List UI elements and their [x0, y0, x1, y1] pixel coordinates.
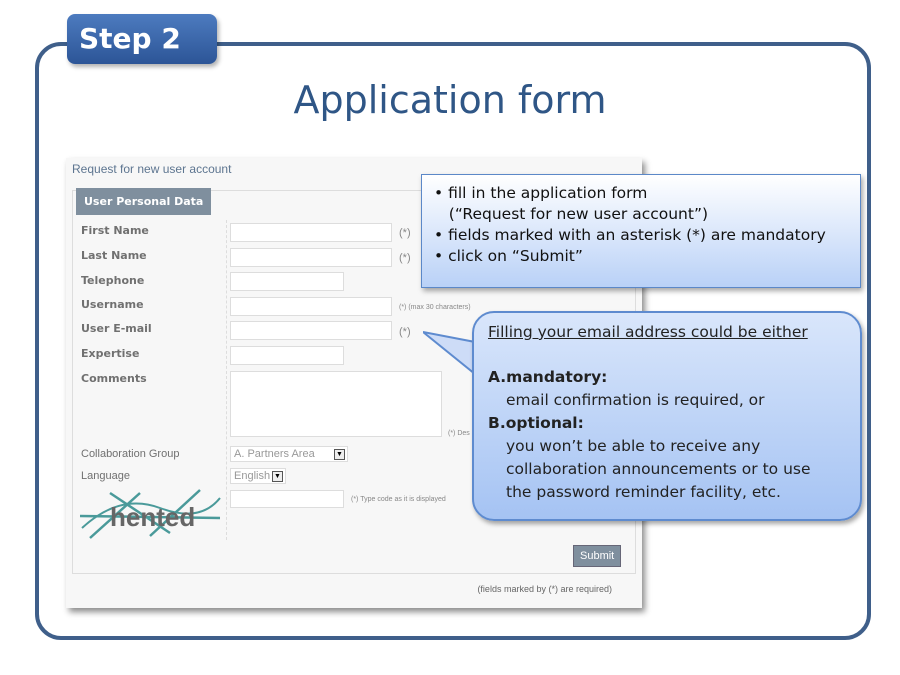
captcha-note: (*) Type code as it is displayed — [351, 496, 446, 503]
dropdown-arrow-icon: ▼ — [334, 449, 345, 460]
email-note: (*) — [399, 326, 411, 338]
option-a-text: email confirmation is required, or — [506, 391, 765, 409]
step-badge: Step 2 — [67, 14, 217, 64]
option-b-text: collaboration announcements or to use — [506, 460, 811, 478]
slide-title: Application form — [293, 78, 607, 122]
language-select[interactable]: English ▼ — [230, 468, 286, 484]
option-b-label: B.optional: — [488, 414, 584, 432]
collab-group-select[interactable]: A. Partners Area ▼ — [230, 446, 348, 462]
last-name-label: Last Name — [81, 249, 147, 262]
first-name-label: First Name — [81, 224, 149, 237]
captcha-input[interactable] — [230, 490, 344, 508]
language-value: English — [234, 470, 271, 482]
expertise-label: Expertise — [81, 347, 140, 360]
captcha-noise-icon: hented — [79, 489, 221, 539]
divider — [226, 220, 227, 540]
telephone-input[interactable] — [230, 272, 344, 291]
telephone-label: Telephone — [81, 274, 145, 287]
dropdown-arrow-icon: ▼ — [272, 471, 283, 482]
username-input[interactable] — [230, 297, 392, 316]
option-b-text: the password reminder facility, etc. — [506, 483, 781, 501]
language-label: Language — [81, 470, 130, 482]
form-heading: Request for new user account — [72, 162, 232, 176]
instructions-callout: • fill in the application form (“Request… — [421, 174, 861, 288]
email-input[interactable] — [230, 321, 392, 340]
instruction-item: (“Request for new user account”) — [434, 205, 709, 223]
comments-note: (*) Des — [448, 430, 470, 437]
last-name-note: (*) — [399, 252, 411, 264]
first-name-note: (*) — [399, 227, 411, 239]
email-callout-title: Filling your email address could be eith… — [488, 323, 808, 341]
instruction-item: • fields marked with an asterisk (*) are… — [434, 226, 826, 244]
required-note: (fields marked by (*) are required) — [477, 584, 612, 594]
collab-group-label: Collaboration Group — [81, 448, 180, 460]
email-callout: Filling your email address could be eith… — [472, 311, 862, 521]
collab-group-value: A. Partners Area — [234, 448, 315, 460]
comments-label: Comments — [81, 372, 147, 385]
username-note: (*) (max 30 characters) — [399, 304, 471, 311]
expertise-input[interactable] — [230, 346, 344, 365]
fieldset-legend: User Personal Data — [76, 188, 212, 215]
last-name-input[interactable] — [230, 248, 392, 267]
email-label: User E-mail — [81, 322, 152, 335]
username-label: Username — [81, 298, 144, 311]
option-a-label: A.mandatory: — [488, 368, 608, 386]
comments-textarea[interactable] — [230, 371, 442, 437]
first-name-input[interactable] — [230, 223, 392, 242]
instruction-item: • click on “Submit” — [434, 247, 583, 265]
option-b-text: you won’t be able to receive any — [506, 437, 761, 455]
captcha-text: hented — [110, 502, 195, 532]
submit-button[interactable]: Submit — [573, 545, 622, 567]
captcha-image: hented — [79, 488, 225, 540]
instruction-item: • fill in the application form — [434, 184, 648, 202]
